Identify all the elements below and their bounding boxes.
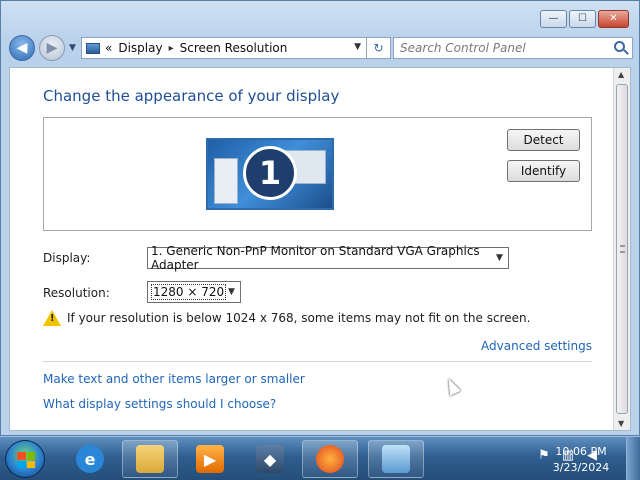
identify-button[interactable]: Identify bbox=[507, 160, 580, 182]
scroll-down-icon[interactable]: ▼ bbox=[618, 419, 624, 428]
breadcrumb-screen-resolution[interactable]: Screen Resolution bbox=[180, 41, 288, 55]
close-button[interactable]: ✕ bbox=[598, 10, 629, 28]
navigation-bar: ◀ ▶ ▼ « Display ▸ Screen Resolution ▼ ↻ bbox=[9, 35, 633, 61]
taskbar-windows-explorer[interactable] bbox=[122, 440, 178, 478]
taskbar-media-player[interactable]: ▶ bbox=[182, 440, 238, 478]
refresh-button[interactable]: ↻ bbox=[367, 37, 391, 59]
display-settings-help-link[interactable]: What display settings should I choose? bbox=[43, 397, 276, 411]
content-pane: Change the appearance of your display 1 … bbox=[9, 67, 631, 431]
taskbar-virtualbox[interactable]: ◆ bbox=[242, 440, 298, 478]
folder-icon bbox=[136, 445, 164, 473]
vertical-scrollbar[interactable]: ▲ ▼ bbox=[613, 68, 630, 430]
advanced-settings-link[interactable]: Advanced settings bbox=[481, 339, 592, 353]
taskbar-internet-explorer[interactable]: e bbox=[62, 440, 118, 478]
display-select-value: 1. Generic Non-PnP Monitor on Standard V… bbox=[151, 244, 480, 272]
display-settings-icon bbox=[382, 445, 410, 473]
minimize-button[interactable]: — bbox=[540, 10, 567, 28]
monitor-window-graphic bbox=[214, 158, 238, 204]
warning-text: If your resolution is below 1024 x 768, … bbox=[67, 311, 531, 325]
firefox-icon bbox=[316, 445, 344, 473]
detect-button[interactable]: Detect bbox=[507, 129, 580, 151]
system-clock[interactable]: 10:06 PM 3/23/2024 bbox=[546, 444, 616, 476]
warning-icon: ! bbox=[43, 310, 61, 326]
divider bbox=[43, 361, 592, 362]
search-input[interactable] bbox=[393, 37, 633, 59]
resolution-label: Resolution: bbox=[43, 286, 110, 300]
monitor-1-thumbnail[interactable]: 1 bbox=[206, 138, 334, 210]
grip-icon bbox=[620, 245, 625, 253]
maximize-icon: ☐ bbox=[578, 13, 587, 24]
clock-time: 10:06 PM bbox=[555, 445, 607, 458]
close-icon: ✕ bbox=[609, 13, 618, 24]
monitor-preview-area: 1 Detect Identify bbox=[43, 117, 592, 231]
scrollbar-thumb[interactable] bbox=[616, 84, 628, 414]
resolution-select[interactable]: 1280 × 720 ▼ bbox=[147, 281, 241, 303]
maximize-button[interactable]: ☐ bbox=[569, 10, 596, 28]
address-bar[interactable]: « Display ▸ Screen Resolution ▼ bbox=[81, 37, 367, 59]
taskbar: e ▶ ◆ ⚑ ▥ ◀ 10:06 PM 3/23/2024 bbox=[0, 436, 640, 480]
address-dropdown-icon[interactable]: ▼ bbox=[354, 42, 361, 52]
page-title: Change the appearance of your display bbox=[43, 87, 340, 105]
scroll-up-icon[interactable]: ▲ bbox=[618, 70, 624, 79]
search-icon[interactable] bbox=[614, 41, 625, 52]
resolution-select-value: 1280 × 720 bbox=[151, 284, 227, 300]
screen-resolution-window: — ☐ ✕ ◀ ▶ ▼ « Display ▸ Screen Resolutio… bbox=[0, 0, 640, 436]
breadcrumb-separator-icon[interactable]: ▸ bbox=[169, 43, 174, 54]
virtualbox-icon: ◆ bbox=[256, 445, 284, 473]
start-button[interactable] bbox=[5, 440, 45, 478]
internet-explorer-icon: e bbox=[76, 445, 104, 473]
minimize-icon: — bbox=[548, 13, 559, 24]
breadcrumb-display[interactable]: Display bbox=[118, 41, 162, 55]
windows-logo-icon bbox=[17, 452, 35, 468]
back-button[interactable]: ◀ bbox=[9, 35, 35, 61]
forward-button[interactable]: ▶ bbox=[39, 35, 65, 61]
taskbar-control-panel-screen-resolution[interactable] bbox=[368, 440, 424, 478]
taskbar-firefox[interactable] bbox=[302, 440, 358, 478]
window-controls: — ☐ ✕ bbox=[540, 10, 629, 28]
forward-arrow-icon: ▶ bbox=[46, 40, 58, 56]
refresh-icon: ↻ bbox=[373, 41, 384, 55]
display-select[interactable]: 1. Generic Non-PnP Monitor on Standard V… bbox=[147, 244, 509, 272]
text-size-link[interactable]: Make text and other items larger or smal… bbox=[43, 372, 305, 386]
resolution-warning: ! If your resolution is below 1024 x 768… bbox=[43, 310, 530, 326]
clock-date: 3/23/2024 bbox=[552, 461, 610, 474]
display-label: Display: bbox=[43, 251, 91, 265]
media-player-icon: ▶ bbox=[196, 445, 224, 473]
display-icon bbox=[86, 42, 100, 54]
recent-pages-dropdown[interactable]: ▼ bbox=[69, 43, 76, 53]
show-desktop-button[interactable] bbox=[626, 437, 640, 480]
chevron-down-icon: ▼ bbox=[496, 253, 503, 263]
breadcrumb-overflow[interactable]: « bbox=[105, 41, 112, 55]
back-arrow-icon: ◀ bbox=[16, 40, 28, 56]
chevron-down-icon: ▼ bbox=[228, 287, 235, 297]
monitor-number-badge: 1 bbox=[243, 146, 297, 200]
